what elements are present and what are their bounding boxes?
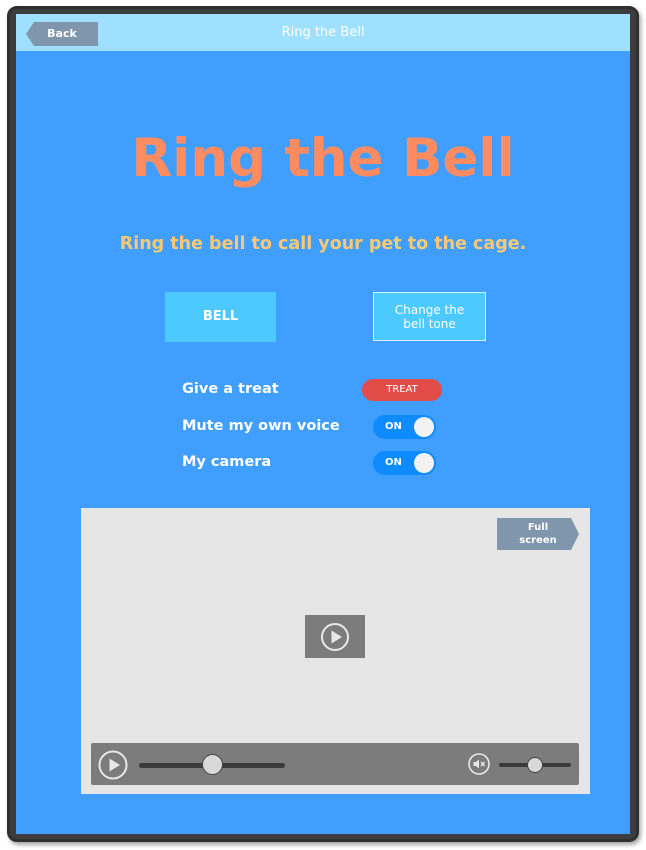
camera-label: My camera (182, 454, 272, 470)
center-play-button[interactable] (305, 615, 365, 658)
mute-voice-toggle-state: ON (385, 421, 402, 432)
camera-toggle[interactable]: ON (373, 451, 436, 475)
treat-label: Give a treat (182, 381, 279, 397)
treat-button[interactable]: TREAT (362, 379, 442, 401)
app-screen: Ring the Bell Back Ring the Bell Ring th… (16, 14, 630, 834)
mute-icon[interactable] (468, 753, 490, 775)
mute-voice-label: Mute my own voice (182, 418, 340, 434)
fullscreen-label: Full screen (519, 522, 557, 546)
change-bell-tone-label: Change the bell tone (394, 302, 465, 331)
fullscreen-button[interactable]: Full screen (497, 518, 579, 550)
play-circle-icon (321, 623, 349, 651)
bell-button[interactable]: BELL (165, 292, 276, 342)
page-title: Ring the Bell (131, 128, 515, 189)
tablet-frame: Ring the Bell Back Ring the Bell Ring th… (7, 6, 639, 842)
change-bell-tone-button[interactable]: Change the bell tone (373, 292, 486, 341)
page-subtitle: Ring the bell to call your pet to the ca… (119, 234, 527, 254)
top-bar: Ring the Bell Back (16, 14, 630, 51)
volume-handle[interactable] (527, 757, 543, 773)
video-player: Full screen (81, 508, 590, 794)
top-bar-title: Ring the Bell (281, 25, 365, 40)
mute-voice-toggle[interactable]: ON (373, 415, 436, 439)
seek-handle[interactable] (201, 754, 223, 775)
play-icon[interactable] (98, 750, 128, 780)
toggle-knob (414, 453, 434, 473)
back-button[interactable]: Back (26, 22, 98, 46)
seek-bar[interactable] (139, 754, 285, 775)
toggle-knob (414, 417, 434, 437)
camera-toggle-state: ON (385, 457, 402, 468)
video-controls-bar (91, 743, 579, 785)
volume-slider[interactable] (499, 757, 571, 773)
